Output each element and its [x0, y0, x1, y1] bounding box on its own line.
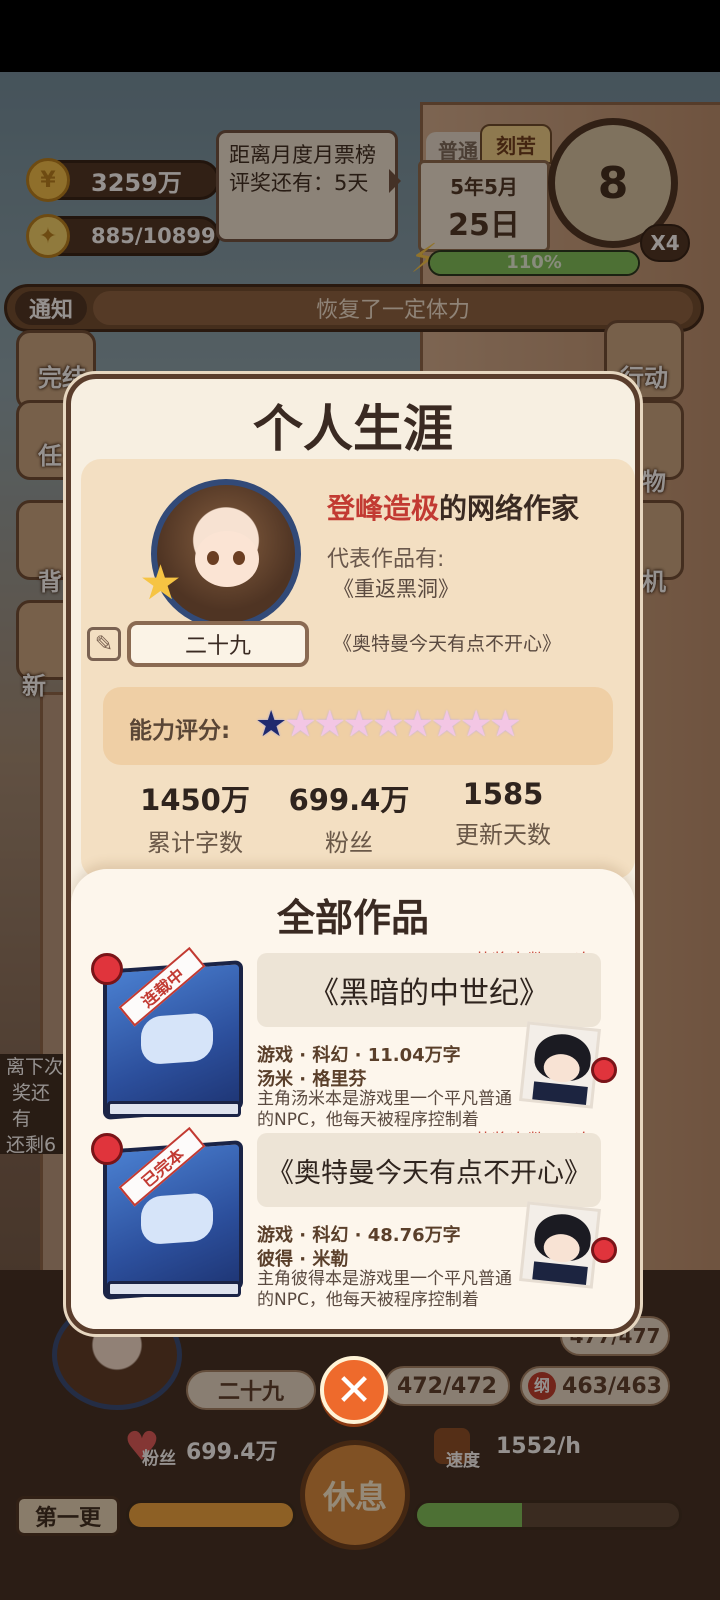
stat-fans: 699.4万 粉丝 — [269, 777, 429, 858]
star-empty-icon: ★ — [342, 704, 376, 745]
stat-update-days: 1585 更新天数 — [423, 777, 583, 850]
work-title: 《黑暗的中世纪》 — [309, 976, 549, 1011]
work-title-box: 《奥特曼今天有点不开心》 — [257, 1133, 601, 1207]
stat-total-words-value: 1450万 — [140, 783, 250, 817]
work-meta: 游戏 · 科幻 · 11.04万字 — [257, 1045, 461, 1066]
level-highlight: 登峰造极 — [327, 492, 440, 525]
avatar-face — [195, 531, 259, 587]
stat-update-days-value: 1585 — [462, 777, 544, 811]
protagonist-portrait — [519, 1021, 601, 1109]
stat-update-days-label: 更新天数 — [455, 821, 551, 849]
work-item[interactable]: 已完本 获奖次数：1次 《奥特曼今天有点不开心》 游戏 · 科幻 · 48.76… — [71, 1125, 635, 1309]
avatar-eye-right — [233, 551, 245, 565]
work-meta: 游戏 · 科幻 · 48.76万字 — [257, 1225, 461, 1246]
book-cover: 连载中 — [103, 946, 243, 1120]
author-name-box[interactable]: 二十九 — [127, 621, 309, 667]
pushpin-icon — [91, 953, 123, 985]
star-empty-icon: ★ — [372, 704, 405, 745]
star-filled-icon: ★ — [255, 704, 288, 745]
work-protagonist: 彼得 · 米勒 — [257, 1249, 349, 1270]
representative-work-1: 《重返黑洞》 — [333, 577, 459, 601]
stat-total-words: 1450万 累计字数 — [115, 777, 275, 858]
stat-total-words-label: 累计字数 — [147, 829, 243, 857]
ability-label: 能力评分: — [129, 718, 231, 744]
star-empty-icon: ★ — [313, 704, 346, 745]
ability-stars: ★ ★ ★ ★ ★ ★ ★ ★ ★ — [255, 703, 522, 747]
star-empty-icon: ★ — [430, 704, 463, 745]
star-empty-icon: ★ — [459, 704, 493, 745]
avatar-eye-left — [207, 551, 219, 565]
edit-name-icon[interactable]: ✎ — [87, 627, 121, 661]
book-pages — [107, 1101, 241, 1117]
protagonist-body — [531, 1081, 588, 1109]
pushpin-icon — [591, 1057, 617, 1083]
modal-title: 个人生涯 — [253, 400, 453, 458]
gamepad-icon — [141, 1192, 213, 1246]
pushpin-icon — [91, 1133, 123, 1165]
close-icon: ✕ — [335, 1364, 373, 1416]
level-suffix: 的网络作家 — [439, 492, 580, 525]
ability-rating: 能力评分: ★ ★ ★ ★ ★ ★ ★ ★ ★ — [103, 687, 613, 765]
close-modal-button[interactable]: ✕ — [320, 1356, 388, 1424]
work-item[interactable]: 连载中 获奖次数：0次 《黑暗的中世纪》 游戏 · 科幻 · 11.04万字 汤… — [71, 945, 635, 1130]
book-cover: 已完本 — [103, 1126, 243, 1300]
star-empty-icon: ★ — [284, 704, 317, 745]
star-badge-icon: ★ — [139, 555, 183, 611]
star-empty-icon: ★ — [401, 704, 434, 745]
pushpin-icon — [591, 1237, 617, 1263]
work-title: 《奥特曼今天有点不开心》 — [267, 1157, 591, 1189]
works-panel: 全部作品 连载中 获奖次数：0次 《黑暗的中世纪》 游戏 · 科幻 · 11.0… — [71, 869, 635, 1329]
status-bar — [0, 0, 720, 72]
work-protagonist: 汤米 · 格里芬 — [257, 1069, 367, 1090]
work-description: 主角彼得本是游戏里一个平凡普通的NPC，他每天被程序控制着 — [257, 1269, 512, 1309]
stat-fans-label: 粉丝 — [325, 829, 373, 857]
gamepad-icon — [141, 1012, 213, 1066]
author-name: 二十九 — [184, 634, 251, 659]
protagonist-portrait — [519, 1201, 601, 1289]
author-level: 登峰造极的网络作家 — [327, 487, 579, 527]
representative-works-label: 代表作品有: — [327, 547, 445, 572]
profile-card: ★ ✎ 二十九 登峰造极的网络作家 代表作品有: 《重返黑洞》 《奥特曼今天有点… — [81, 459, 635, 879]
stat-fans-value: 699.4万 — [288, 783, 410, 817]
work-title-box: 《黑暗的中世纪》 — [257, 953, 601, 1027]
protagonist-body — [531, 1261, 588, 1289]
career-modal: 个人生涯 ★ ✎ 二十九 登峰造极的网络作家 代表作品有: 《重返黑洞》 《奥特… — [66, 374, 640, 1334]
works-title: 全部作品 — [276, 896, 429, 940]
star-empty-icon: ★ — [489, 704, 522, 745]
book-pages — [107, 1281, 241, 1297]
representative-work-2: 《奥特曼今天有点不开心》 — [333, 633, 562, 655]
